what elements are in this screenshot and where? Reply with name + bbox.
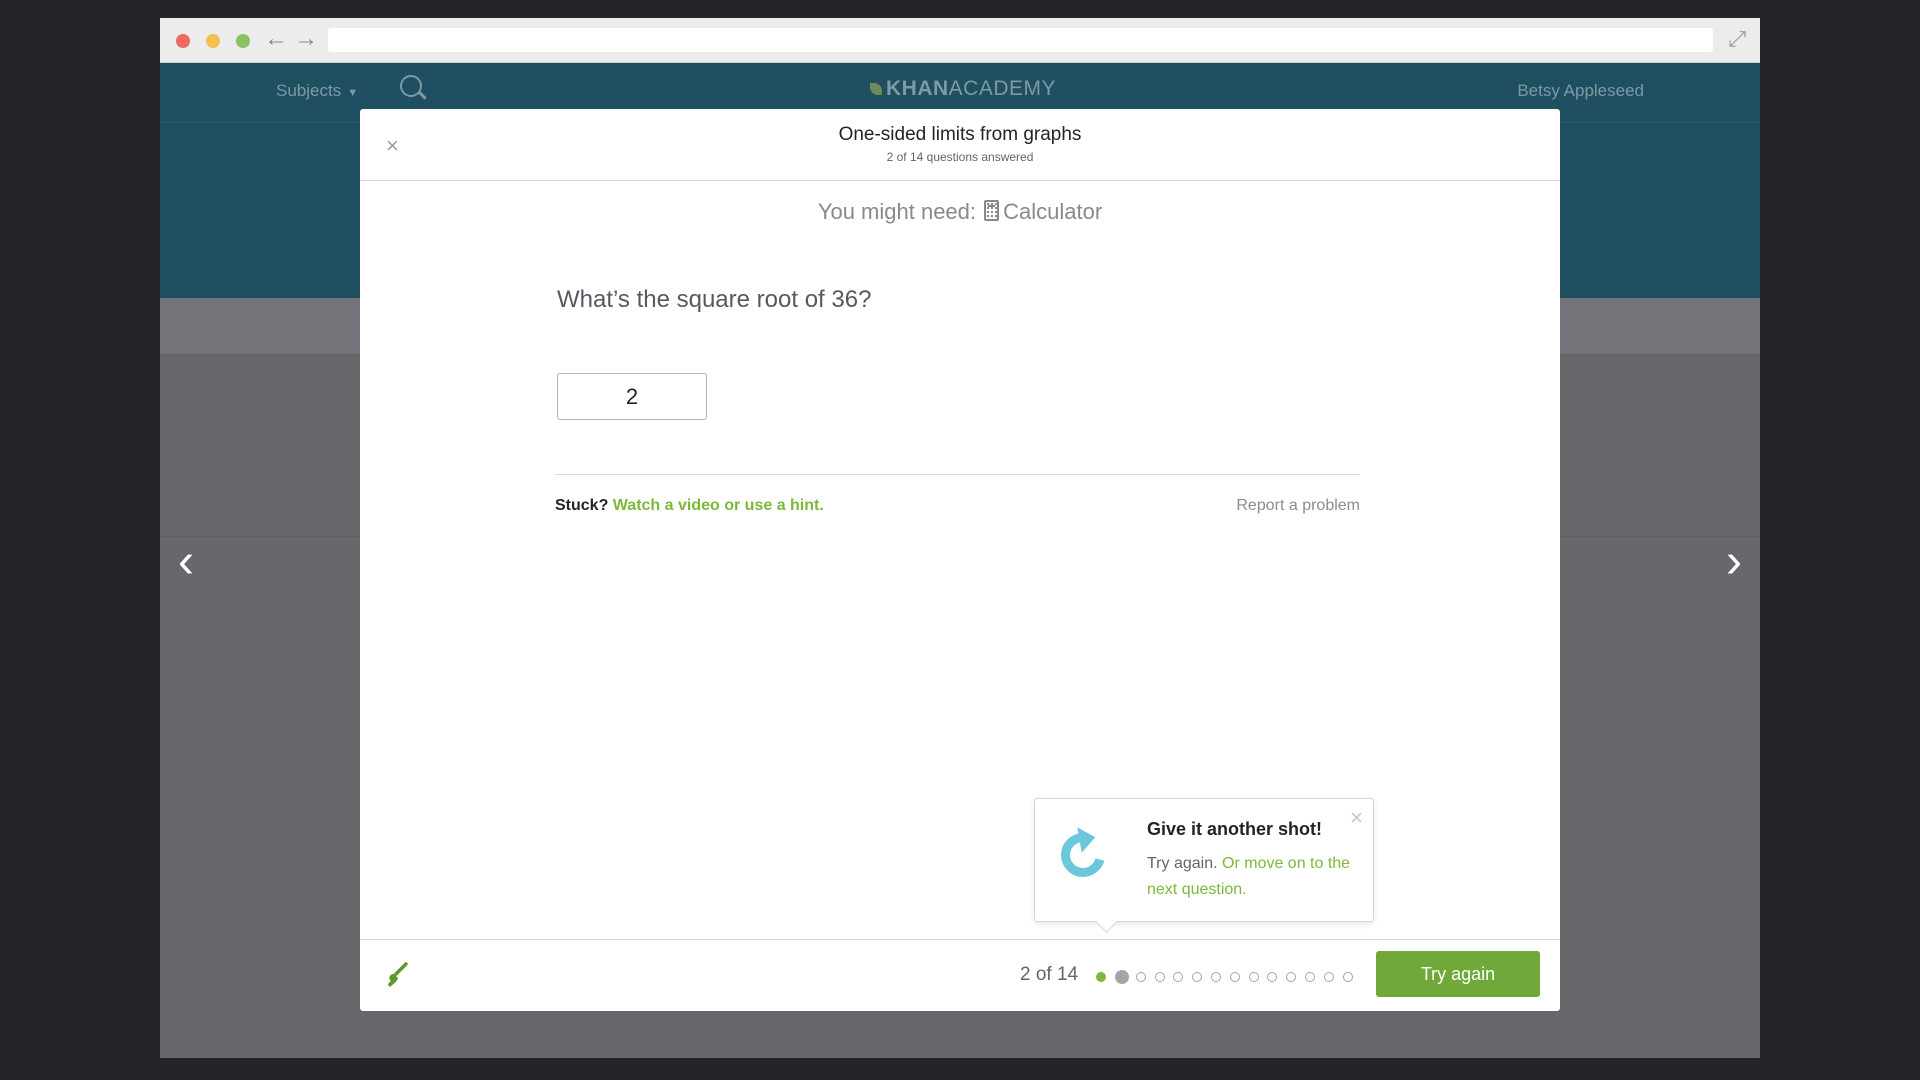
leaf-icon (870, 83, 882, 95)
next-arrow-icon[interactable]: › (1726, 538, 1742, 586)
tools-needed: You might need: Calculator (360, 199, 1560, 225)
feedback-text: Try again. (1147, 855, 1218, 872)
refresh-icon (1052, 824, 1114, 886)
progress-dot (1192, 972, 1203, 982)
feedback-popup: × Give it another shot! Try again. Or mo… (1034, 798, 1374, 922)
modal-footer: 2 of 14 Try again (360, 939, 1560, 1011)
feedback-title: Give it another shot! (1147, 819, 1323, 839)
close-window-dot[interactable] (176, 34, 190, 48)
chevron-down-icon: ▼ (347, 87, 359, 99)
modal-header: × One-sided limits from graphs 2 of 14 q… (360, 109, 1560, 181)
progress-dot (1114, 970, 1129, 984)
need-label: You might need: (817, 199, 977, 224)
report-problem-link[interactable]: Report a problem (1236, 497, 1360, 515)
modal-subtitle: 2 of 14 questions answered (886, 150, 1034, 164)
subjects-label: Subjects (276, 81, 342, 100)
progress-label: 2 of 14 (1020, 964, 1079, 985)
feedback-body: Try again. Or move on to the next questi… (1147, 851, 1357, 903)
progress-dot (1229, 972, 1240, 982)
search-icon[interactable] (400, 75, 422, 97)
progress-dot (1323, 972, 1334, 982)
zoom-window-dot[interactable] (236, 34, 250, 48)
progress-dot (1135, 972, 1146, 982)
modal-title: One-sided limits from graphs (838, 124, 1082, 145)
exercise-modal: × One-sided limits from graphs 2 of 14 q… (360, 109, 1560, 1011)
need-tool[interactable]: Calculator (1003, 199, 1102, 224)
stuck-row: Stuck? Watch a video or use a hint. (555, 497, 824, 515)
answer-input[interactable] (557, 373, 707, 420)
user-menu[interactable]: Betsy Appleseed (1517, 81, 1644, 101)
forward-arrow-icon[interactable]: → (294, 24, 318, 54)
back-arrow-icon[interactable]: ← (264, 24, 288, 54)
close-icon[interactable]: × (1350, 805, 1363, 831)
progress-dot (1096, 972, 1106, 982)
divider (555, 474, 1360, 475)
subjects-menu[interactable]: Subjects ▼ (276, 81, 358, 101)
minimize-window-dot[interactable] (206, 34, 220, 48)
logo-light-text: ACADEMY (948, 77, 1057, 100)
progress-dot (1342, 972, 1353, 982)
address-bar[interactable] (328, 28, 1713, 52)
calculator-icon (984, 200, 1000, 221)
expand-icon[interactable]: ⤢ (1728, 24, 1746, 54)
progress-dot (1305, 972, 1315, 982)
khan-academy-logo[interactable]: KHANACADEMY (870, 77, 1056, 101)
stuck-label: Stuck? (555, 497, 609, 514)
progress-dot (1267, 972, 1278, 982)
progress-dot (1248, 972, 1259, 982)
progress-dot (1286, 972, 1297, 982)
question-text: What’s the square root of 36? (557, 286, 872, 313)
progress-dot (1154, 972, 1165, 982)
browser-toolbar: ← → ⤢ (160, 18, 1760, 63)
try-again-button[interactable]: Try again (1376, 951, 1540, 997)
hint-link[interactable]: Watch a video or use a hint. (613, 497, 824, 514)
logo-bold-text: KHAN (886, 77, 949, 100)
progress-dot (1211, 972, 1221, 982)
previous-arrow-icon[interactable]: ‹ (178, 538, 194, 586)
progress-dot (1173, 972, 1184, 982)
brush-icon[interactable] (382, 960, 412, 990)
